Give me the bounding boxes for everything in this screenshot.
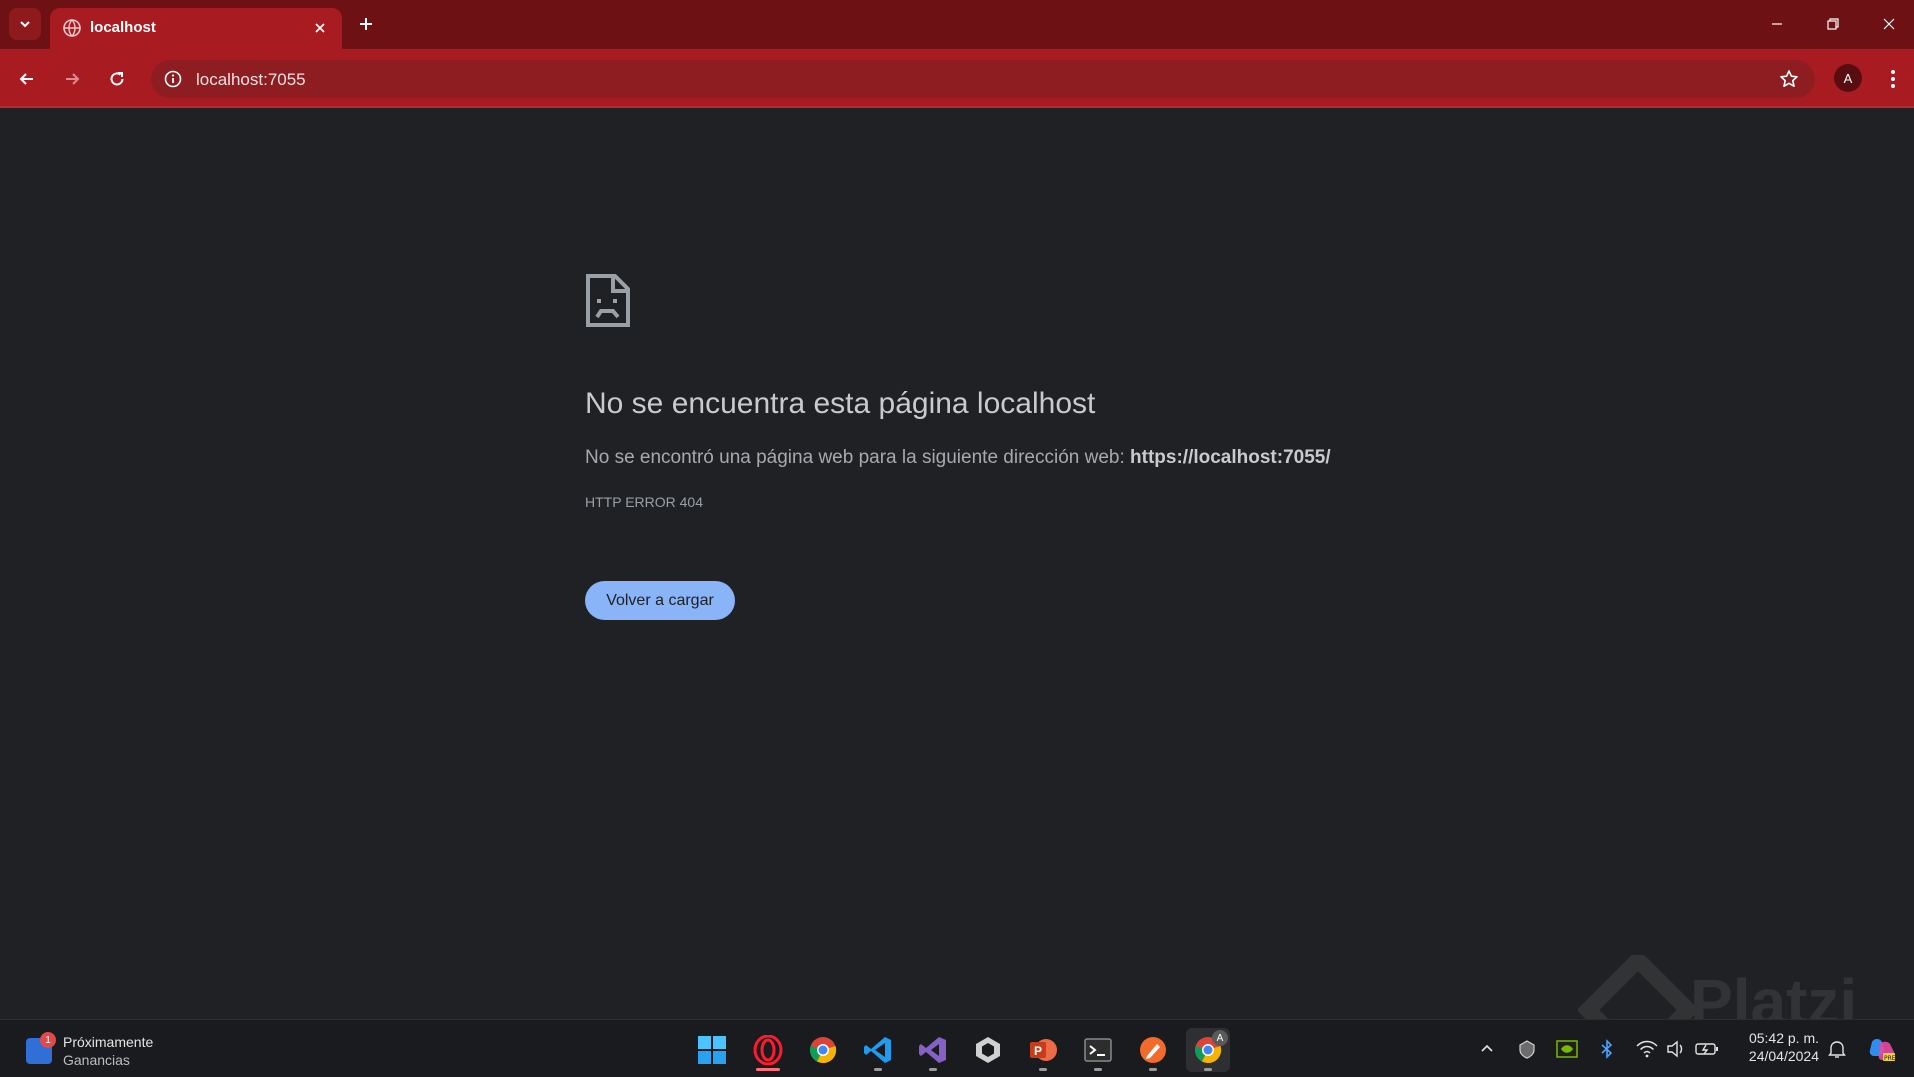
vscode-app[interactable]: [856, 1028, 900, 1072]
svg-text:PRE: PRE: [1884, 1055, 1896, 1062]
clock-date: 24/04/2024: [1748, 1048, 1819, 1064]
running-indicator: [874, 1068, 882, 1071]
browser-toolbar: localhost:7055 A: [0, 49, 1914, 108]
powerpoint-app[interactable]: P: [1021, 1028, 1065, 1072]
shield-icon: [1519, 1040, 1535, 1059]
browser-tab[interactable]: localhost: [50, 8, 342, 49]
chrome-app[interactable]: [801, 1028, 845, 1072]
nvidia-tray-button[interactable]: [1554, 1036, 1580, 1062]
error-title: No se encuentra esta página localhost: [585, 387, 1096, 420]
close-icon: [315, 23, 325, 33]
back-button[interactable]: [11, 63, 43, 95]
start-button[interactable]: [690, 1028, 734, 1072]
chevron-up-icon: [1481, 1044, 1493, 1052]
tab-close-button[interactable]: [308, 16, 332, 40]
restore-icon: [1827, 18, 1839, 30]
arrow-left-icon: [19, 73, 33, 85]
taskbar: 1 Próximamente Ganancias P A 05:42 p. m.…: [0, 1019, 1914, 1077]
error-url: https://localhost:7055/: [1130, 447, 1331, 468]
battery-tray-button[interactable]: [1694, 1036, 1720, 1062]
minimize-button[interactable]: [1754, 6, 1800, 42]
error-description: No se encontró una página web para la si…: [585, 447, 1331, 469]
running-indicator: [1039, 1068, 1047, 1071]
address-bar-url: localhost:7055: [196, 70, 306, 89]
widget-badge: 1: [40, 1032, 56, 1048]
copilot-button[interactable]: PRE: [1866, 1036, 1898, 1062]
site-info-button[interactable]: [161, 67, 185, 91]
notifications-button[interactable]: [1824, 1036, 1850, 1062]
running-indicator: [1094, 1068, 1102, 1071]
running-indicator: [1204, 1068, 1212, 1071]
tab-strip: localhost: [0, 0, 1914, 49]
battery-icon: [1695, 1043, 1718, 1055]
error-code: HTTP ERROR 404: [585, 494, 703, 510]
nvidia-icon: [1556, 1040, 1578, 1058]
profile-avatar[interactable]: A: [1834, 64, 1862, 92]
powerpoint-icon: P: [1030, 1039, 1057, 1061]
bookmark-button[interactable]: [1777, 67, 1801, 91]
bell-icon: [1828, 1041, 1846, 1058]
unity-icon: [976, 1037, 1000, 1063]
forward-button[interactable]: [56, 63, 88, 95]
globe-icon: [63, 19, 81, 37]
vscode-icon: [864, 1037, 891, 1063]
terminal-icon: [1084, 1038, 1112, 1062]
visual-studio-app[interactable]: [911, 1028, 955, 1072]
chrome-icon: [809, 1037, 837, 1064]
bluetooth-tray-button[interactable]: [1594, 1036, 1620, 1062]
minimize-icon: [1772, 23, 1782, 25]
reload-icon: [110, 72, 124, 86]
clock-time: 05:42 p. m.: [1748, 1030, 1819, 1046]
running-indicator: [1149, 1068, 1157, 1071]
close-icon: [1883, 18, 1895, 30]
wifi-tray-button[interactable]: [1634, 1036, 1660, 1062]
new-tab-button[interactable]: [352, 10, 380, 38]
terminal-app[interactable]: [1076, 1028, 1120, 1072]
chrome-profile-badge: A: [1212, 1030, 1228, 1046]
news-widget[interactable]: 1 Próximamente Ganancias: [26, 1032, 176, 1070]
platzi-watermark: Platzi: [1570, 955, 1914, 1019]
widget-subtitle: Ganancias: [63, 1052, 130, 1068]
platzi-logo-icon: [1578, 955, 1698, 1019]
bluetooth-icon: [1601, 1039, 1613, 1059]
volume-tray-button[interactable]: [1663, 1036, 1689, 1062]
taskbar-clock[interactable]: 05:42 p. m. 24/04/2024: [1735, 1030, 1819, 1064]
sad-document-icon: [586, 274, 630, 327]
restore-button[interactable]: [1810, 6, 1856, 42]
visual-studio-icon: [919, 1037, 946, 1063]
error-description-text: No se encontró una página web para la si…: [585, 447, 1131, 468]
kebab-menu-icon: [1891, 70, 1895, 88]
pen-app-icon: [1140, 1037, 1166, 1063]
show-hidden-icons-button[interactable]: [1474, 1036, 1500, 1062]
speaker-icon: [1667, 1040, 1683, 1058]
pen-app[interactable]: [1131, 1028, 1175, 1072]
running-indicator: [929, 1068, 937, 1071]
reload-button[interactable]: Volver a cargar: [585, 581, 735, 620]
tab-title: localhost: [90, 19, 156, 36]
wifi-icon: [1636, 1040, 1658, 1058]
svg-text:P: P: [1034, 1044, 1042, 1058]
opera-app[interactable]: [746, 1028, 790, 1072]
widget-title: Próximamente: [63, 1034, 154, 1050]
chevron-down-icon: [20, 21, 30, 28]
watermark-text: Platzi: [1690, 966, 1858, 1019]
opera-icon: [753, 1035, 783, 1065]
chrome-profile-app[interactable]: A: [1186, 1028, 1230, 1072]
arrow-right-icon: [66, 73, 80, 85]
security-tray-button[interactable]: [1514, 1036, 1540, 1062]
reload-toolbar-button[interactable]: [101, 63, 133, 95]
copilot-icon: PRE: [1869, 1039, 1896, 1062]
plus-icon: [360, 18, 372, 30]
browser-menu-button[interactable]: [1878, 63, 1908, 95]
running-indicator: [756, 1068, 780, 1071]
unity-app[interactable]: [966, 1028, 1010, 1072]
info-icon: [164, 70, 182, 88]
tab-search-button[interactable]: [9, 8, 41, 40]
star-icon: [1780, 70, 1798, 87]
close-window-button[interactable]: [1866, 6, 1912, 42]
windows-start-icon: [698, 1036, 726, 1064]
address-bar[interactable]: localhost:7055: [151, 60, 1815, 98]
page-content: No se encuentra esta página localhost No…: [0, 108, 1914, 1019]
